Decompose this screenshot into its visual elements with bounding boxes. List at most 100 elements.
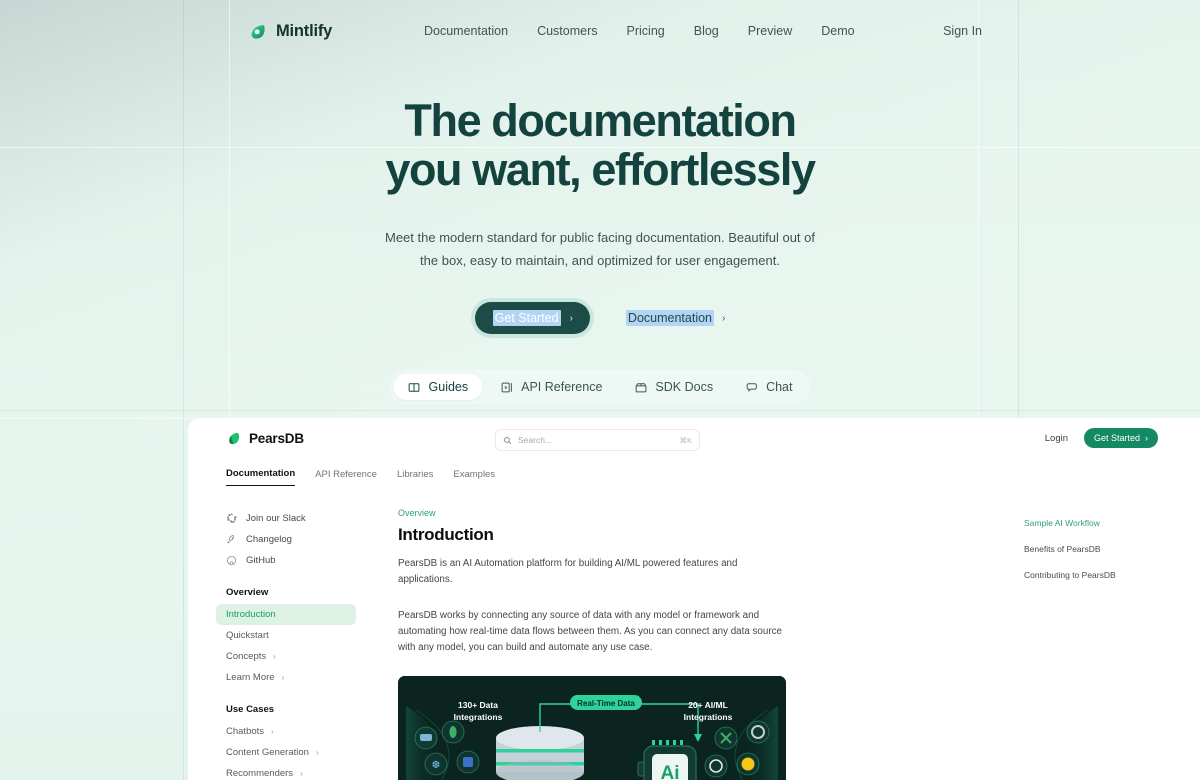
docs-preview-panel: PearsDB Search... ⌘K Login Get Started ›…: [188, 418, 1200, 780]
package-icon: [635, 382, 647, 392]
search-icon: [504, 436, 512, 444]
chevron-right-icon: ›: [273, 652, 276, 661]
get-started-label: Get Started: [492, 310, 561, 326]
primary-nav: Documentation Customers Pricing Blog Pre…: [424, 24, 855, 38]
content-title: Introduction: [398, 525, 494, 544]
chevron-right-icon: ›: [300, 769, 303, 778]
sidebar-link-github-label: GitHub: [246, 555, 276, 566]
docs-body: Join our Slack Changelog GitHub Overview…: [188, 494, 1200, 780]
pearsdb-logo-icon: [229, 432, 240, 445]
hero-cta-row: Get Started › Documentation ›: [0, 302, 1200, 334]
hero-title-line-1: The documentation: [404, 95, 797, 146]
get-started-button[interactable]: Get Started ›: [474, 302, 590, 334]
search-shortcut-hint: ⌘K: [679, 435, 692, 445]
docs-tab-examples[interactable]: Examples: [453, 469, 495, 486]
search-input[interactable]: Search... ⌘K: [495, 429, 700, 451]
chat-bubble-icon: [746, 382, 757, 392]
docs-login-link[interactable]: Login: [1045, 433, 1068, 444]
sidebar-link-github[interactable]: GitHub: [226, 550, 370, 571]
content-paragraph-1: PearsDB is an AI Automation platform for…: [398, 558, 738, 585]
sidebar-link-changelog[interactable]: Changelog: [226, 529, 370, 550]
tab-chat[interactable]: Chat: [731, 374, 806, 400]
sidebar-item-quickstart[interactable]: Quickstart: [216, 625, 356, 646]
sidebar-item-label: Content Generation: [226, 747, 309, 758]
mintlify-logo-icon: [251, 24, 265, 39]
book-icon: [408, 382, 420, 392]
sidebar-section-use-cases-heading: Use Cases: [226, 704, 275, 715]
sidebar-item-label: Chatbots: [226, 726, 265, 737]
tab-api-reference[interactable]: API Reference: [486, 374, 616, 400]
product-tabs: Guides API Reference SDK Docs Chat: [389, 370, 811, 404]
docs-sidebar: Join our Slack Changelog GitHub Overview…: [188, 494, 370, 780]
tab-guides-label: Guides: [428, 380, 469, 394]
page-title: The documentation you want, effortlessly: [0, 96, 1200, 194]
diagram-center-badge-label: Real-Time Data: [577, 699, 635, 708]
docs-get-started-button[interactable]: Get Started ›: [1083, 428, 1158, 448]
search-placeholder: Search...: [518, 435, 553, 445]
hero-subtitle: Meet the modern standard for public faci…: [385, 230, 815, 268]
tab-sdk-docs[interactable]: SDK Docs: [620, 374, 727, 400]
tab-chat-label: Chat: [766, 380, 793, 394]
sidebar-item-label: Introduction: [226, 609, 276, 620]
toc-item-benefits[interactable]: Benefits of PearsDB: [1024, 536, 1200, 562]
tab-api-reference-label: API Reference: [521, 380, 603, 394]
brand-name: Mintlify: [276, 21, 333, 40]
docs-brand-name: PearsDB: [249, 431, 304, 446]
docs-header: PearsDB Search... ⌘K Login Get Started ›…: [188, 418, 1200, 486]
sidebar-item-content-generation[interactable]: Content Generation ›: [216, 742, 356, 763]
nav-item-preview[interactable]: Preview: [748, 24, 792, 38]
tab-sdk-docs-label: SDK Docs: [655, 380, 714, 394]
toc-item-sample-ai-workflow[interactable]: Sample AI Workflow: [1024, 510, 1200, 536]
nav-item-customers[interactable]: Customers: [537, 24, 597, 38]
nav-item-demo[interactable]: Demo: [821, 24, 854, 38]
grid-line-horizontal: [0, 410, 1200, 411]
chevron-right-icon: ›: [281, 673, 285, 682]
slack-icon: [227, 513, 237, 523]
svg-text:❆: ❆: [432, 760, 440, 771]
chevron-right-icon: ›: [271, 727, 274, 736]
svg-text:20+ AI/ML: 20+ AI/ML: [688, 700, 728, 710]
sidebar-item-recommenders[interactable]: Recommenders ›: [216, 763, 356, 780]
hero-title-line-2: you want, effortlessly: [385, 144, 816, 195]
chevron-right-icon: ›: [315, 748, 319, 757]
docs-table-of-contents: Sample AI Workflow Benefits of PearsDB C…: [1024, 494, 1200, 780]
docs-main-content: Overview Introduction PearsDB is an AI A…: [370, 494, 1024, 780]
tab-guides[interactable]: Guides: [393, 374, 483, 400]
svg-text:Integrations: Integrations: [454, 712, 503, 722]
svg-text:Ai: Ai: [661, 763, 680, 780]
documentation-link[interactable]: Documentation ›: [625, 310, 726, 326]
hero-section: The documentation you want, effortlessly…: [0, 96, 1200, 334]
site-header: Mintlify Documentation Customers Pricing…: [0, 0, 1200, 62]
svg-text:Integrations: Integrations: [684, 712, 733, 722]
docs-tab-api-reference[interactable]: API Reference: [315, 469, 377, 486]
toc-item-contributing[interactable]: Contributing to PearsDB: [1024, 562, 1200, 588]
chevron-right-icon: ›: [569, 312, 573, 324]
docs-brand[interactable]: PearsDB: [226, 431, 304, 446]
sign-in-link[interactable]: Sign In: [943, 24, 982, 38]
content-paragraph-2: PearsDB works by connecting any source o…: [398, 610, 782, 653]
sidebar-item-chatbots[interactable]: Chatbots ›: [216, 721, 356, 742]
nav-item-pricing[interactable]: Pricing: [627, 24, 665, 38]
rocket-icon: [227, 534, 234, 544]
sidebar-link-changelog-label: Changelog: [246, 534, 292, 545]
site-brand[interactable]: Mintlify: [248, 22, 332, 41]
sidebar-item-label: Recommenders: [226, 768, 294, 779]
sidebar-item-learn-more[interactable]: Learn More ›: [216, 667, 356, 688]
sidebar-item-label: Concepts: [226, 651, 267, 662]
sidebar-item-concepts[interactable]: Concepts ›: [216, 646, 356, 667]
docs-tab-documentation[interactable]: Documentation: [226, 468, 296, 486]
code-brackets-icon: [501, 382, 512, 392]
workflow-diagram-svg: ❆ Real-Time Data 130+ Data Integrations …: [398, 676, 786, 780]
sidebar-item-introduction[interactable]: Introduction: [216, 604, 356, 625]
chevron-right-icon: ›: [722, 312, 726, 324]
docs-tab-bar: Documentation API Reference Libraries Ex…: [226, 468, 495, 486]
chevron-right-icon: ›: [1145, 433, 1148, 443]
sidebar-link-slack[interactable]: Join our Slack: [226, 508, 370, 529]
github-icon: [226, 555, 237, 566]
workflow-diagram: ❆ Real-Time Data 130+ Data Integrations …: [398, 676, 786, 780]
svg-text:130+ Data: 130+ Data: [458, 700, 498, 710]
nav-item-blog[interactable]: Blog: [694, 24, 719, 38]
nav-item-documentation[interactable]: Documentation: [424, 24, 508, 38]
docs-tab-libraries[interactable]: Libraries: [397, 469, 433, 486]
sidebar-item-label: Learn More: [226, 672, 275, 683]
